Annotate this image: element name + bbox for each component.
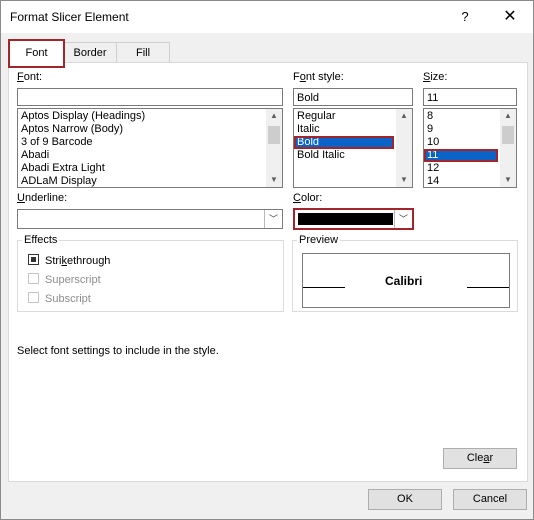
chevron-down-icon[interactable]: ▼ (266, 173, 282, 187)
checkbox[interactable] (28, 292, 39, 303)
list-item-selected[interactable]: Bold (294, 136, 394, 149)
scroll-thumb[interactable] (268, 126, 280, 144)
format-slicer-element-dialog: Format Slicer Element ? ✕ Font Border Fi… (0, 0, 534, 520)
chevron-up-icon[interactable]: ▲ (500, 109, 516, 123)
checkbox-checked[interactable] (28, 254, 39, 265)
list-item[interactable]: Aptos Narrow (Body) (18, 123, 282, 136)
close-icon[interactable]: ✕ (498, 5, 522, 29)
size-list[interactable]: 8 9 10 11 12 14 ▲ ▼ (423, 108, 517, 188)
font-label: Font: (17, 71, 43, 83)
chevron-up-icon[interactable]: ▲ (396, 109, 412, 123)
font-style-label: Font style: (293, 71, 344, 83)
effects-label: Effects (22, 234, 60, 246)
scroll-thumb[interactable] (502, 126, 514, 144)
underline-label: Underline: (17, 192, 68, 204)
font-style-list[interactable]: Regular Italic Bold Bold Italic ▲ ▼ (293, 108, 413, 188)
font-style-list-scrollbar[interactable]: ▲ ▼ (396, 109, 412, 187)
chevron-down-icon[interactable]: ﹀ (394, 210, 412, 228)
help-button[interactable]: ? (453, 5, 477, 29)
color-swatch (298, 213, 393, 225)
list-item[interactable]: Abadi Extra Light (18, 162, 282, 175)
tab-fill[interactable]: Fill (116, 42, 170, 63)
font-list[interactable]: Aptos Display (Headings) Aptos Narrow (B… (17, 108, 283, 188)
tab-font[interactable]: Font (8, 39, 65, 68)
underline-dropdown[interactable]: ﹀ (17, 209, 283, 229)
list-item[interactable]: Abadi (18, 149, 282, 162)
chevron-down-icon[interactable]: ﹀ (264, 210, 282, 228)
list-item[interactable]: Bold Italic (294, 149, 412, 162)
list-item-selected[interactable]: 11 (424, 149, 498, 162)
ok-button[interactable]: OK (368, 489, 442, 510)
chevron-down-icon[interactable]: ▼ (500, 173, 516, 187)
size-input[interactable]: 11 (423, 88, 517, 106)
list-item[interactable]: Italic (294, 123, 412, 136)
tab-border[interactable]: Border (63, 42, 117, 63)
dialog-title: Format Slicer Element (10, 10, 129, 24)
preview-text: Calibri (385, 274, 423, 288)
font-list-scrollbar[interactable]: ▲ ▼ (266, 109, 282, 187)
list-item[interactable]: Aptos Display (Headings) (18, 110, 282, 123)
color-label: Color: (293, 192, 323, 204)
title-bar: Format Slicer Element ? ✕ (1, 1, 533, 33)
chevron-up-icon[interactable]: ▲ (266, 109, 282, 123)
cancel-button[interactable]: Cancel (453, 489, 527, 510)
font-input[interactable] (17, 88, 283, 106)
list-item[interactable]: 3 of 9 Barcode (18, 136, 282, 149)
list-item[interactable]: Regular (294, 110, 412, 123)
preview-strike-line-right (467, 287, 509, 288)
chevron-down-icon[interactable]: ▼ (396, 173, 412, 187)
color-dropdown[interactable]: ﹀ (293, 208, 414, 230)
hint-text: Select font settings to include in the s… (17, 345, 219, 357)
font-style-input[interactable]: Bold (293, 88, 413, 106)
clear-button[interactable]: Clear (443, 448, 517, 469)
checkbox[interactable] (28, 273, 39, 284)
preview-label: Preview (297, 234, 341, 246)
size-label: Size: (423, 71, 448, 83)
preview-box: Calibri (302, 253, 510, 308)
size-list-scrollbar[interactable]: ▲ ▼ (500, 109, 516, 187)
list-item[interactable]: ADLaM Display (18, 175, 282, 187)
preview-strike-line-left (303, 287, 345, 288)
